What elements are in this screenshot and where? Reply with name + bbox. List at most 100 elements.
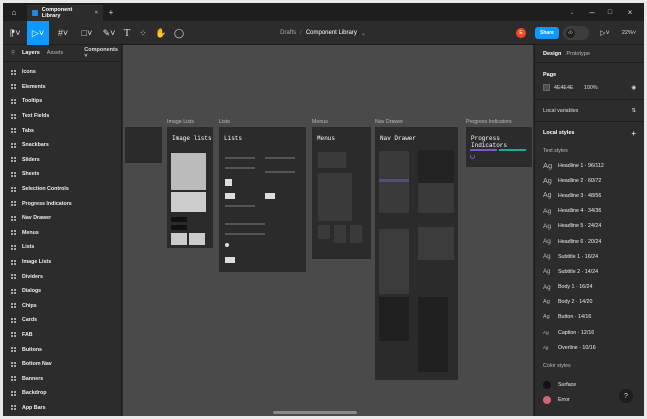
layer-item[interactable]: App Bars	[3, 401, 121, 416]
frame-unnamed[interactable]	[125, 127, 162, 163]
present-icon[interactable]: ▷˅	[598, 21, 612, 45]
horizontal-scrollbar[interactable]	[273, 411, 357, 414]
minimize-button[interactable]: –	[585, 3, 599, 21]
share-button[interactable]: Share	[535, 27, 559, 39]
variables-settings-icon[interactable]: ⇅	[632, 108, 636, 114]
tab-prototype[interactable]: Prototype	[566, 51, 590, 57]
layer-item[interactable]: Dividers	[3, 269, 121, 284]
components-dropdown[interactable]: Components ˅	[84, 47, 121, 59]
text-style-item[interactable]: Ag Headline 4 · 34/36	[543, 204, 636, 219]
layer-item[interactable]: Progress Indicators	[3, 196, 121, 211]
layer-item[interactable]: Lists	[3, 240, 121, 255]
close-tab-icon[interactable]: ×	[95, 10, 98, 16]
layer-label: Text Fields	[22, 113, 50, 120]
text-style-item[interactable]: Ag Caption · 12/16	[543, 325, 636, 340]
layer-item[interactable]: Buttons	[3, 342, 121, 357]
text-style-name: Subtitle 2 · 14/24	[558, 268, 599, 275]
layer-item[interactable]: Tabs	[3, 123, 121, 138]
resources-icon[interactable]: ⁘	[137, 21, 149, 45]
main-menu-icon[interactable]: ⁋˅	[5, 21, 25, 45]
help-button[interactable]: ?	[619, 389, 633, 403]
text-style-item[interactable]: Ag Subtitle 2 · 14/24	[543, 264, 636, 279]
frame-progress-indicators[interactable]: Progress Indicators	[466, 127, 532, 167]
text-style-item[interactable]: Ag Overline · 10/16	[543, 340, 636, 355]
chevron-down-icon[interactable]: ⌄	[361, 30, 366, 37]
hand-tool-icon[interactable]: ✋	[155, 21, 167, 45]
page-color-value[interactable]: 4E4E4E	[554, 85, 584, 91]
chevron-down-icon[interactable]: ⌄	[565, 3, 579, 21]
shape-tool-icon[interactable]: □˅	[77, 21, 97, 45]
canvas[interactable]: Image Lists Image lists Lists Lists Menu…	[123, 45, 533, 416]
layer-item[interactable]: FAB	[3, 328, 121, 343]
layer-item[interactable]: Selection Controls	[3, 182, 121, 197]
text-style-item[interactable]: Ag Headline 1 · 96/112	[543, 158, 636, 173]
text-style-item[interactable]: Ag Body 2 · 14/20	[543, 295, 636, 310]
frame-label-lists[interactable]: Lists	[219, 119, 230, 125]
layer-item[interactable]: Cards	[3, 313, 121, 328]
text-style-item[interactable]: Ag Headline 5 · 24/24	[543, 219, 636, 234]
pen-tool-icon[interactable]: ✎˅	[99, 21, 119, 45]
frame-tool-icon[interactable]: #˅	[53, 21, 73, 45]
layer-item[interactable]: Nav Drawer	[3, 211, 121, 226]
maximize-button[interactable]: □	[603, 3, 617, 21]
text-style-item[interactable]: Ag Button · 14/16	[543, 310, 636, 325]
search-icon[interactable]: ⚲	[11, 50, 15, 56]
component-icon	[11, 171, 16, 177]
frame-label-image-lists[interactable]: Image Lists	[167, 119, 194, 125]
layer-label: Nav Drawer	[22, 215, 52, 222]
text-style-item[interactable]: Ag Body 1 · 16/24	[543, 280, 636, 295]
frame-label-menus[interactable]: Menus	[312, 119, 328, 125]
layer-item[interactable]: Text Fields	[3, 109, 121, 124]
frame-lists[interactable]: Lists	[219, 127, 306, 272]
home-icon[interactable]: ⌂	[7, 3, 21, 21]
layer-item[interactable]: Sliders	[3, 153, 121, 168]
layer-label: App Bars	[22, 404, 46, 411]
text-style-item[interactable]: Ag Subtitle 1 · 16/24	[543, 249, 636, 264]
breadcrumb-drafts[interactable]: Drafts	[280, 30, 296, 36]
text-style-preview-icon: Ag	[543, 222, 552, 230]
text-style-item[interactable]: Ag Headline 2 · 60/72	[543, 173, 636, 188]
text-style-item[interactable]: Ag Headline 3 · 48/56	[543, 188, 636, 203]
layer-item[interactable]: Snackbars	[3, 138, 121, 153]
layer-label: Backdrop	[22, 390, 47, 397]
layer-item[interactable]: Banners	[3, 371, 121, 386]
layer-item[interactable]: Bottom Nav	[3, 357, 121, 372]
layer-item[interactable]: Tooltips	[3, 94, 121, 109]
local-variables-label[interactable]: Local variables	[543, 108, 578, 114]
layer-item[interactable]: Sheets	[3, 167, 121, 182]
layer-item[interactable]: Backdrop	[3, 386, 121, 401]
layer-item[interactable]: Icons	[3, 65, 121, 80]
close-window-button[interactable]: ×	[623, 3, 637, 21]
layer-item[interactable]: Chips	[3, 299, 121, 314]
layer-item[interactable]: Elements	[3, 80, 121, 95]
eye-icon[interactable]: ◉	[631, 85, 636, 91]
frame-nav-drawer[interactable]: Nav Drawer	[375, 127, 458, 380]
text-tool-icon[interactable]: T	[121, 21, 133, 45]
add-style-icon[interactable]: +	[631, 129, 636, 138]
move-tool-button[interactable]: ▷˅	[27, 21, 49, 45]
local-styles-title: Local styles	[543, 130, 575, 136]
frame-menus[interactable]: Menus	[312, 127, 371, 259]
layer-item[interactable]: Image Lists	[3, 255, 121, 270]
zoom-dropdown[interactable]: 22% ˅	[619, 21, 639, 45]
page-color-swatch[interactable]	[543, 84, 550, 91]
frame-label-nav-drawer[interactable]: Nav Drawer	[375, 119, 403, 125]
page-opacity-value[interactable]: 100%	[584, 85, 598, 91]
tab-layers[interactable]: Layers	[22, 50, 40, 56]
comment-tool-icon[interactable]: ◯	[173, 21, 185, 45]
file-tab[interactable]: Component Library ×	[27, 5, 103, 21]
dev-mode-toggle[interactable]: ‹/›	[563, 26, 589, 40]
layer-item[interactable]: Dialogs	[3, 284, 121, 299]
text-style-item[interactable]: Ag Headline 6 · 20/24	[543, 234, 636, 249]
file-name[interactable]: Component Library	[306, 30, 357, 36]
tab-assets[interactable]: Assets	[47, 50, 64, 56]
new-tab-button[interactable]: +	[105, 3, 117, 21]
tab-design[interactable]: Design	[543, 51, 561, 57]
frame-label-progress-indicators[interactable]: Progress Indicators	[466, 119, 512, 125]
layer-item[interactable]: Menus	[3, 226, 121, 241]
avatar[interactable]: E	[516, 28, 526, 38]
layer-label: Tooltips	[22, 98, 43, 105]
text-style-name: Headline 3 · 48/56	[558, 192, 602, 199]
color-style-name: Error	[558, 397, 570, 404]
frame-image-lists[interactable]: Image lists	[167, 127, 213, 248]
